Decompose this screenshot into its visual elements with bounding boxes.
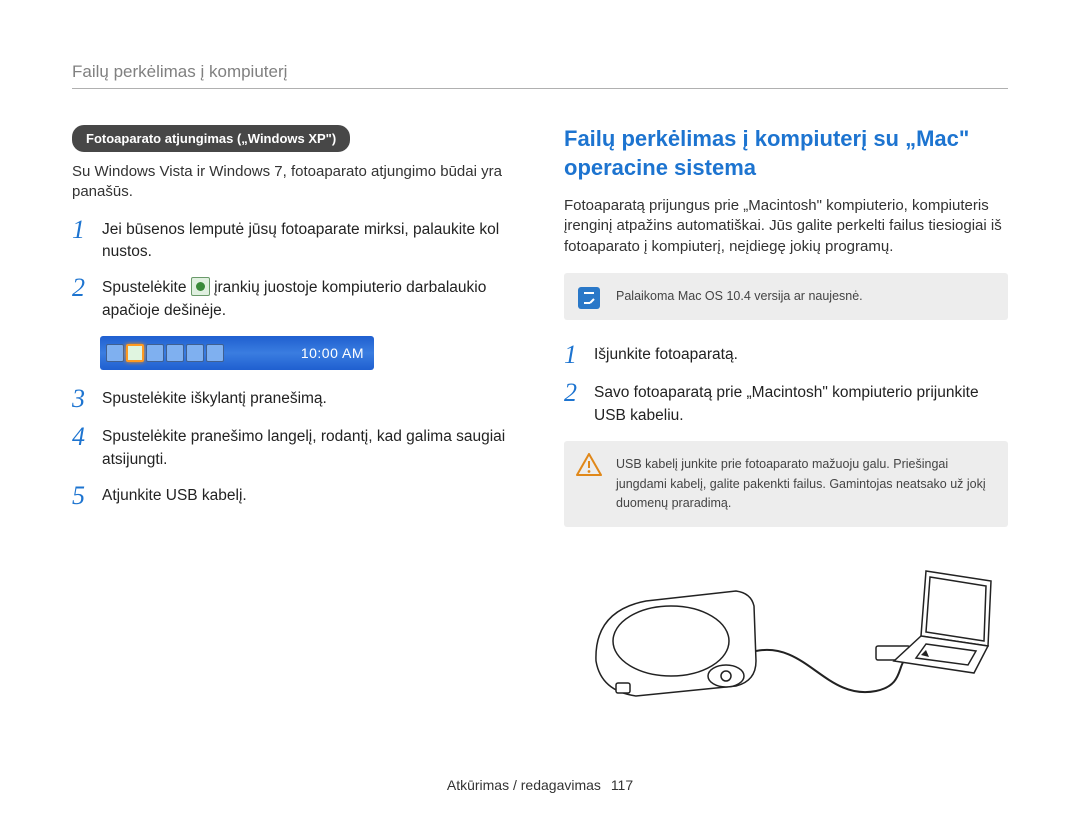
win-step-2: 2 Spustelėkite įrankių juostoje kompiute…: [72, 277, 516, 322]
win-step-3: 3 Spustelėkite iškylantį pranešimą.: [72, 388, 516, 412]
win-step-5: 5 Atjunkite USB kabelį.: [72, 485, 516, 509]
camera-laptop-illustration: [576, 551, 996, 711]
note-warning-box: USB kabelį junkite prie fotoaparato mažu…: [564, 441, 1008, 527]
page-footer: Atkūrimas / redagavimas 117: [0, 777, 1080, 793]
right-column: Failų perkėlimas į kompiuterį su „Mac" o…: [564, 125, 1008, 711]
step-number: 2: [564, 380, 594, 406]
step2-pre: Spustelėkite: [102, 279, 191, 296]
win-step-1: 1 Jei būsenos lemputė jūsų fotoaparate m…: [72, 219, 516, 264]
taskbar-clock: 10:00 AM: [301, 345, 364, 361]
step-text: Atjunkite USB kabelį.: [102, 485, 516, 507]
note-warning-text: USB kabelį junkite prie fotoaparato mažu…: [616, 455, 994, 513]
footer-page-number: 117: [611, 777, 633, 793]
step-text: Spustelėkite pranešimo langelį, rodantį,…: [102, 426, 516, 471]
warning-icon: [576, 453, 602, 477]
mac-step-1: 1 Išjunkite fotoaparatą.: [564, 344, 1008, 368]
mac-section-title: Failų perkėlimas į kompiuterį su „Mac" o…: [564, 125, 1008, 182]
step-number: 2: [72, 275, 102, 301]
step-text: Savo fotoaparatą prie „Macintosh" kompiu…: [594, 382, 1008, 427]
tray-icon: [206, 344, 224, 362]
tray-icon: [106, 344, 124, 362]
footer-section: Atkūrimas / redagavimas: [447, 777, 601, 793]
step-text: Spustelėkite iškylantį pranešimą.: [102, 388, 516, 410]
left-column: Fotoaparato atjungimas („Windows XP") Su…: [72, 125, 516, 711]
mac-step-2: 2 Savo fotoaparatą prie „Macintosh" komp…: [564, 382, 1008, 427]
step-number: 5: [72, 483, 102, 509]
winxp-intro: Su Windows Vista ir Windows 7, fotoapara…: [72, 162, 516, 203]
section-pill-winxp: Fotoaparato atjungimas („Windows XP"): [72, 125, 350, 152]
mac-intro: Fotoaparatą prijungus prie „Macintosh" k…: [564, 196, 1008, 257]
tray-icon-highlighted: [126, 344, 144, 362]
step-number: 1: [564, 342, 594, 368]
step-text: Spustelėkite įrankių juostoje kompiuteri…: [102, 277, 516, 322]
taskbar-screenshot: 10:00 AM: [100, 336, 374, 370]
tray-icon: [186, 344, 204, 362]
safely-remove-icon: [191, 277, 210, 296]
step-number: 4: [72, 424, 102, 450]
step-number: 3: [72, 386, 102, 412]
taskbar-tray: [106, 344, 224, 362]
note-info-text: Palaikoma Mac OS 10.4 versija ar naujesn…: [616, 287, 994, 306]
win-step-4: 4 Spustelėkite pranešimo langelį, rodant…: [72, 426, 516, 471]
running-header: Failų perkėlimas į kompiuterį: [72, 62, 1008, 89]
step-number: 1: [72, 217, 102, 243]
tray-icon: [146, 344, 164, 362]
step-text: Jei būsenos lemputė jūsų fotoaparate mir…: [102, 219, 516, 264]
info-icon: [578, 287, 600, 309]
tray-icon: [166, 344, 184, 362]
note-info-box: Palaikoma Mac OS 10.4 versija ar naujesn…: [564, 273, 1008, 320]
step-text: Išjunkite fotoaparatą.: [594, 344, 1008, 366]
content-columns: Fotoaparato atjungimas („Windows XP") Su…: [72, 125, 1008, 711]
